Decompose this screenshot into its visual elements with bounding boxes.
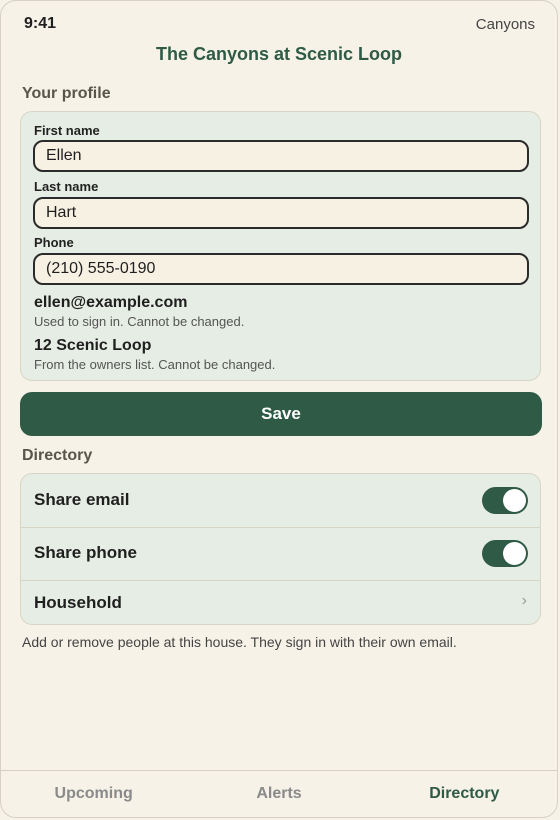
status-time: 9:41 bbox=[24, 15, 57, 32]
toggle-knob bbox=[503, 489, 526, 512]
share-phone-label: Share phone bbox=[34, 543, 137, 562]
status-community-label: Canyons bbox=[475, 16, 535, 33]
tab-upcoming[interactable]: Upcoming bbox=[1, 771, 186, 817]
directory-card: Share email Share phone Household › bbox=[20, 473, 541, 625]
app-frame: 9:41 Canyons The Canyons at Scenic Loop … bbox=[0, 0, 558, 818]
last-name-label: Last name bbox=[34, 179, 99, 194]
profile-section-title: Your profile bbox=[22, 85, 111, 102]
first-name-label: First name bbox=[34, 123, 100, 138]
email-value: ellen@example.com bbox=[34, 294, 188, 311]
share-email-label: Share email bbox=[34, 490, 130, 509]
share-email-toggle[interactable] bbox=[482, 487, 528, 514]
tab-alerts[interactable]: Alerts bbox=[186, 771, 371, 817]
page-title: The Canyons at Scenic Loop bbox=[155, 44, 403, 64]
address-value: 12 Scenic Loop bbox=[34, 337, 152, 354]
chevron-right-icon: › bbox=[521, 592, 527, 609]
toggle-knob bbox=[503, 542, 526, 565]
email-note: Used to sign in. Cannot be changed. bbox=[34, 314, 245, 329]
phone-label: Phone bbox=[34, 235, 74, 250]
share-email-row: Share email bbox=[21, 474, 540, 528]
share-phone-toggle[interactable] bbox=[482, 540, 528, 567]
first-name-input[interactable] bbox=[33, 140, 529, 172]
tab-directory[interactable]: Directory bbox=[372, 771, 557, 817]
address-note: From the owners list. Cannot be changed. bbox=[34, 357, 276, 372]
share-phone-row: Share phone bbox=[21, 527, 540, 581]
phone-input[interactable] bbox=[33, 253, 529, 285]
status-bar: 9:41 Canyons bbox=[1, 13, 557, 37]
household-helper-text: Add or remove people at this house. They… bbox=[22, 634, 457, 650]
household-row[interactable]: Household › bbox=[21, 580, 540, 624]
household-label: Household bbox=[34, 593, 122, 612]
last-name-input[interactable] bbox=[33, 197, 529, 229]
directory-section-title: Directory bbox=[22, 447, 93, 464]
save-button[interactable]: Save bbox=[20, 392, 542, 436]
profile-card: First name Last name Phone ellen@example… bbox=[20, 111, 541, 381]
tab-bar: Upcoming Alerts Directory bbox=[1, 770, 557, 817]
